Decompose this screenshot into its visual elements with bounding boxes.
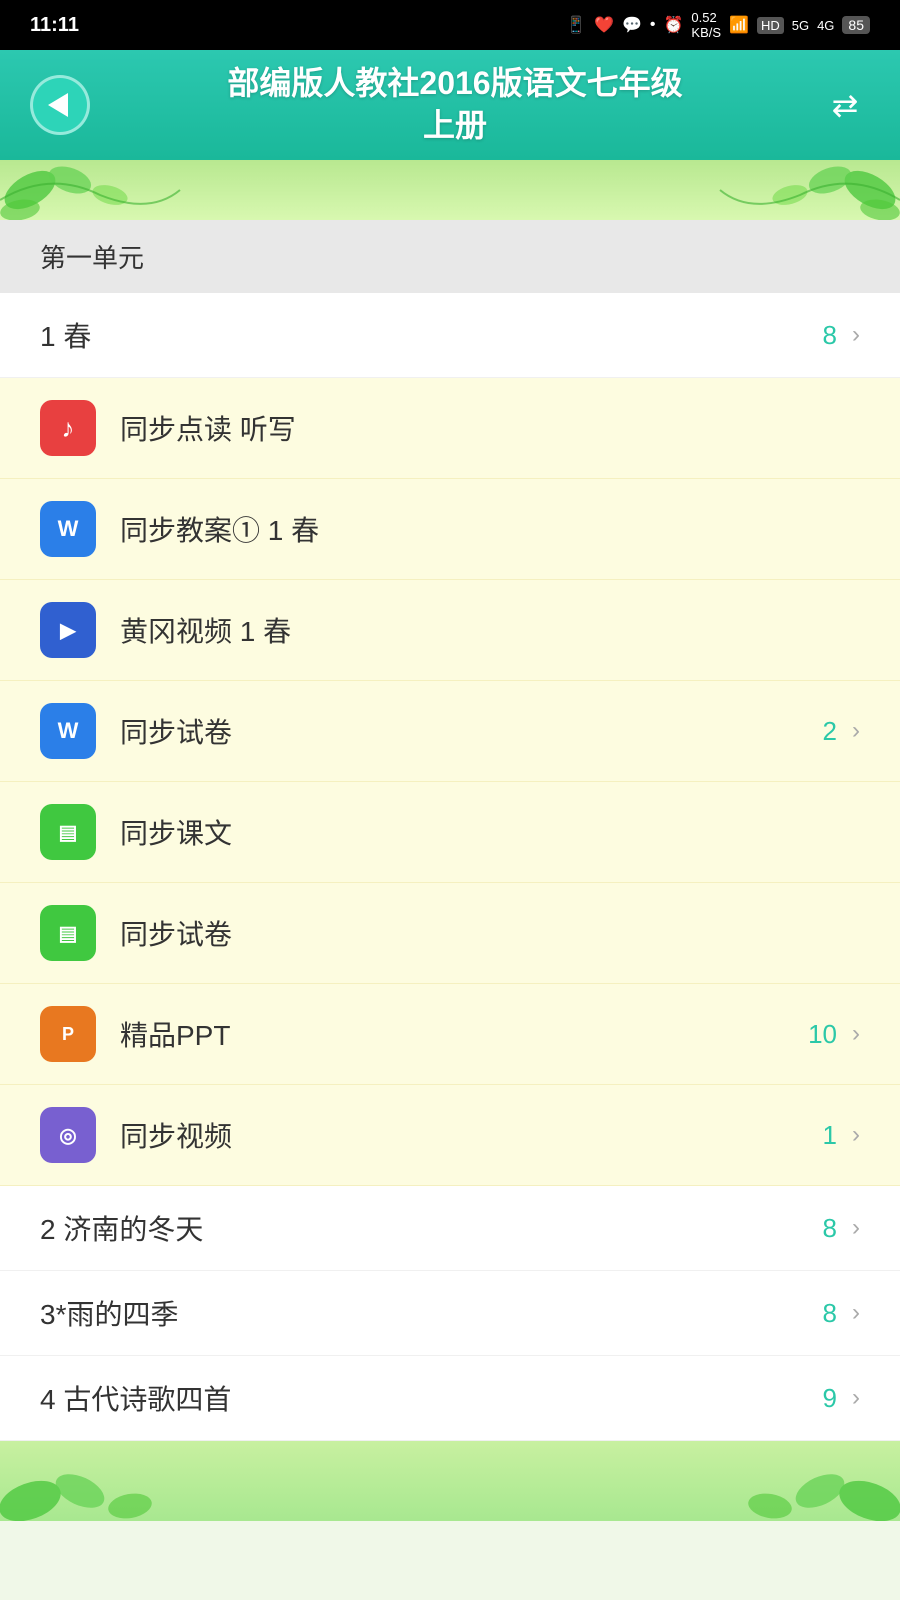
sub-item-7-arrow-icon: › xyxy=(852,1121,860,1149)
sub-item-3[interactable]: W 同步试卷 2 › xyxy=(0,681,900,782)
lesson-4-count: 9 xyxy=(823,1383,837,1414)
bottom-decoration xyxy=(0,1441,900,1521)
scroll-content[interactable]: 第一单元 1 春 8 › ♪ 同步点读 听写 W 同步教案① 1 春 ▶ 黄冈视… xyxy=(0,220,900,1600)
signal-4g: 4G xyxy=(817,18,834,33)
lesson-1-title: 1 春 xyxy=(40,315,823,355)
status-time: 11:11 xyxy=(30,14,79,37)
sub-item-2-title: 黄冈视频 1 春 xyxy=(120,610,860,650)
alarm-icon: ⏰ xyxy=(663,15,683,35)
speed-text: 0.52KB/S xyxy=(691,10,721,40)
sub-item-0-icon: ♪ xyxy=(40,400,96,456)
refresh-icon: ⇄ xyxy=(832,86,859,124)
sub-item-6-count: 10 xyxy=(808,1019,837,1050)
sub-item-1-title: 同步教案① 1 春 xyxy=(120,509,860,549)
lesson-4-item[interactable]: 4 古代诗歌四首 9 › xyxy=(0,1356,900,1441)
lesson-3-arrow-icon: › xyxy=(852,1299,860,1327)
sub-item-6-arrow-icon: › xyxy=(852,1020,860,1048)
dot-separator: • xyxy=(650,16,656,34)
sub-item-4[interactable]: ▤ 同步课文 xyxy=(0,782,900,883)
battery-icon: 📱 xyxy=(566,15,586,35)
signal-5g: 5G xyxy=(792,18,809,33)
status-icons: 📱 ❤️ 💬 • ⏰ 0.52KB/S 📶 HD 5G 4G 85 xyxy=(566,10,870,40)
sub-item-3-icon: W xyxy=(40,703,96,759)
sub-item-6-icon: P xyxy=(40,1006,96,1062)
sub-item-5-icon: ▤ xyxy=(40,905,96,961)
section-header-1: 第一单元 xyxy=(0,220,900,293)
health-icon: ❤️ xyxy=(594,15,614,35)
sub-items-container: ♪ 同步点读 听写 W 同步教案① 1 春 ▶ 黄冈视频 1 春 W 同步试卷 … xyxy=(0,378,900,1186)
back-button[interactable] xyxy=(30,75,90,135)
sub-item-1-icon: W xyxy=(40,501,96,557)
lesson-2-count: 8 xyxy=(823,1213,837,1244)
sub-item-1[interactable]: W 同步教案① 1 春 xyxy=(0,479,900,580)
sub-item-2[interactable]: ▶ 黄冈视频 1 春 xyxy=(0,580,900,681)
wifi-icon: 📶 xyxy=(729,15,749,35)
sub-item-2-icon: ▶ xyxy=(40,602,96,658)
section-label: 第一单元 xyxy=(40,243,144,273)
sub-item-7-icon: ◎ xyxy=(40,1107,96,1163)
lesson-4-title: 4 古代诗歌四首 xyxy=(40,1378,823,1418)
sub-item-7-title: 同步视频 xyxy=(120,1115,823,1155)
lesson-2-item[interactable]: 2 济南的冬天 8 › xyxy=(0,1186,900,1271)
status-bar: 11:11 📱 ❤️ 💬 • ⏰ 0.52KB/S 📶 HD 5G 4G 85 xyxy=(0,0,900,50)
deco-banner xyxy=(0,160,900,220)
lesson-3-title: 3*雨的四季 xyxy=(40,1293,823,1333)
sub-item-7[interactable]: ◎ 同步视频 1 › xyxy=(0,1085,900,1186)
lesson-2-arrow-icon: › xyxy=(852,1214,860,1242)
sub-item-0-title: 同步点读 听写 xyxy=(120,408,860,448)
wechat-icon: 💬 xyxy=(622,15,642,35)
lesson-1-arrow-icon: › xyxy=(852,321,860,349)
lesson-2-title: 2 济南的冬天 xyxy=(40,1208,823,1248)
sub-item-6-title: 精品PPT xyxy=(120,1014,808,1054)
lesson-4-arrow-icon: › xyxy=(852,1384,860,1412)
sub-item-4-icon: ▤ xyxy=(40,804,96,860)
battery-level: 85 xyxy=(842,16,870,34)
lesson-3-count: 8 xyxy=(823,1298,837,1329)
lesson-3-item[interactable]: 3*雨的四季 8 › xyxy=(0,1271,900,1356)
back-arrow-icon xyxy=(48,93,68,117)
sub-item-4-title: 同步课文 xyxy=(120,812,860,852)
leaf-decoration-svg xyxy=(0,160,900,220)
refresh-button[interactable]: ⇄ xyxy=(820,80,870,130)
sub-item-3-title: 同步试卷 xyxy=(120,711,823,751)
bottom-leaf-svg xyxy=(0,1441,900,1521)
sub-item-5[interactable]: ▤ 同步试卷 xyxy=(0,883,900,984)
lesson-1-item[interactable]: 1 春 8 › xyxy=(0,293,900,378)
sub-item-3-arrow-icon: › xyxy=(852,717,860,745)
sub-item-5-title: 同步试卷 xyxy=(120,913,860,953)
lesson-1-count: 8 xyxy=(823,320,837,351)
sub-item-3-count: 2 xyxy=(823,716,837,747)
sub-item-7-count: 1 xyxy=(823,1120,837,1151)
sub-item-0[interactable]: ♪ 同步点读 听写 xyxy=(0,378,900,479)
page-title: 部编版人教社2016版语文七年级 上册 xyxy=(90,63,820,146)
sub-item-6[interactable]: P 精品PPT 10 › xyxy=(0,984,900,1085)
hd-badge: HD xyxy=(757,17,784,34)
app-header: 部编版人教社2016版语文七年级 上册 ⇄ xyxy=(0,50,900,160)
